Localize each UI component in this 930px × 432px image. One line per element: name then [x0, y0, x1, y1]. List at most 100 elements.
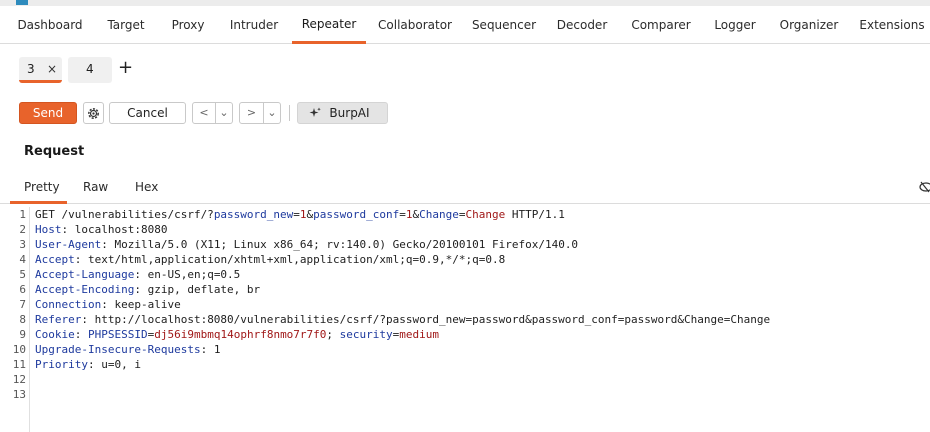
code-token: : Mozilla/5.0 (X11; Linux x86_64; rv:140…	[101, 238, 579, 251]
code-token: Accept	[35, 253, 75, 266]
code-token: : keep-alive	[101, 298, 181, 311]
code-token: : localhost:8080	[61, 223, 168, 236]
subtab-label: 4	[86, 62, 94, 76]
add-tab-button[interactable]: +	[118, 57, 133, 79]
code-token: : en-US,en;q=0.5	[134, 268, 241, 281]
burpai-label: BurpAI	[329, 106, 370, 120]
toolbar-divider	[289, 105, 290, 121]
request-line[interactable]: Accept-Encoding: gzip, deflate, br	[35, 283, 260, 296]
code-token: security	[339, 328, 393, 341]
code-token: Priority	[35, 358, 88, 371]
code-token: Connection	[35, 298, 102, 311]
tab-logger[interactable]: Logger	[708, 6, 762, 44]
line-number: 7	[19, 298, 26, 311]
tab-repeater[interactable]: Repeater	[292, 6, 366, 44]
tab-target[interactable]: Target	[100, 6, 152, 44]
subtab-3[interactable]: 3 ×	[19, 57, 62, 83]
code-token: : http://localhost:8080/vulnerabilities/…	[81, 313, 771, 326]
request-title: Request	[24, 144, 85, 159]
request-line[interactable]: Referer: http://localhost:8080/vulnerabi…	[35, 313, 770, 326]
request-line[interactable]: Connection: keep-alive	[35, 298, 181, 311]
code-token: Change	[465, 208, 506, 221]
request-line[interactable]: Accept: text/html,application/xhtml+xml,…	[35, 253, 505, 266]
code-token: : text/html,application/xhtml+xml,applic…	[74, 253, 506, 266]
subtab-4[interactable]: 4	[68, 57, 112, 83]
code-token: :	[74, 328, 88, 341]
code-token: medium	[399, 328, 440, 341]
tab-comparer[interactable]: Comparer	[626, 6, 696, 44]
next-button[interactable]: >	[239, 102, 264, 124]
send-button[interactable]: Send	[19, 102, 77, 124]
tab-sequencer[interactable]: Sequencer	[468, 6, 540, 44]
tab-raw[interactable]: Raw	[83, 172, 113, 204]
code-token: Host	[35, 223, 62, 236]
code-token: =	[458, 208, 466, 221]
line-number: 12	[12, 373, 26, 386]
code-token: password_new	[213, 208, 294, 221]
settings-button[interactable]	[83, 102, 104, 124]
code-token: Accept-Language	[35, 268, 135, 281]
gear-icon	[88, 108, 99, 119]
request-line[interactable]: Upgrade-Insecure-Requests: 1	[35, 343, 220, 356]
app-logo-icon	[16, 0, 28, 5]
code-token: : 1	[200, 343, 221, 356]
code-token: 1	[405, 208, 413, 221]
line-number: 3	[19, 238, 26, 251]
main-tab-bar: Dashboard Target Proxy Intruder Repeater…	[0, 6, 930, 44]
line-number: 13	[12, 388, 26, 401]
tab-intruder[interactable]: Intruder	[224, 6, 284, 44]
line-number: 1	[19, 208, 26, 221]
line-number: 5	[19, 268, 26, 281]
line-number: 11	[12, 358, 26, 371]
line-number: 8	[19, 313, 26, 326]
line-number: 10	[12, 343, 26, 356]
request-line[interactable]: Priority: u=0, i	[35, 358, 141, 371]
hide-icon[interactable]	[918, 180, 930, 194]
next-history-dropdown[interactable]: ⌄	[264, 102, 281, 124]
request-line[interactable]: GET /vulnerabilities/csrf/?password_new=…	[35, 208, 565, 221]
tab-organizer[interactable]: Organizer	[776, 6, 842, 44]
request-toolbar: Send Cancel < ⌄ > ⌄ BurpAI	[0, 100, 930, 126]
line-number: 9	[19, 328, 26, 341]
code-token: password_conf	[313, 208, 400, 221]
code-token: Upgrade-Insecure-Requests	[35, 343, 201, 356]
line-number: 2	[19, 223, 26, 236]
close-icon[interactable]: ×	[47, 57, 57, 81]
request-line[interactable]: Host: localhost:8080	[35, 223, 167, 236]
request-view-tabs: Pretty Raw Hex	[0, 172, 930, 204]
line-number: 4	[19, 253, 26, 266]
request-line[interactable]: User-Agent: Mozilla/5.0 (X11; Linux x86_…	[35, 238, 578, 251]
sparkle-icon	[309, 107, 321, 117]
code-token: Change	[419, 208, 459, 221]
request-line[interactable]: Cookie: PHPSESSID=dj56i9mbmq14ophrf8nmo7…	[35, 328, 439, 341]
editor-gutter	[29, 207, 30, 432]
tab-proxy[interactable]: Proxy	[165, 6, 211, 44]
code-token: Cookie	[35, 328, 75, 341]
previous-history-dropdown[interactable]: ⌄	[216, 102, 233, 124]
code-token: GET /vulnerabilities/csrf/?	[35, 208, 214, 221]
previous-button[interactable]: <	[192, 102, 216, 124]
tab-decoder[interactable]: Decoder	[552, 6, 612, 44]
cancel-button[interactable]: Cancel	[109, 102, 186, 124]
tab-extensions[interactable]: Extensions	[856, 6, 928, 44]
repeater-subtabs: 3 × 4 +	[0, 52, 930, 84]
line-number: 6	[19, 283, 26, 296]
burpai-button[interactable]: BurpAI	[297, 102, 388, 124]
code-token: HTTP/1.1	[505, 208, 565, 221]
tab-dashboard[interactable]: Dashboard	[14, 6, 86, 44]
code-token: =	[399, 208, 406, 221]
subtab-label: 3	[27, 62, 35, 76]
code-token: =	[293, 208, 300, 221]
code-token: Accept-Encoding	[35, 283, 135, 296]
code-token: User-Agent	[35, 238, 102, 251]
request-editor[interactable]: 1 GET /vulnerabilities/csrf/?password_new…	[0, 207, 930, 432]
tab-collaborator[interactable]: Collaborator	[374, 6, 456, 44]
code-token: : gzip, deflate, br	[134, 283, 261, 296]
tab-pretty[interactable]: Pretty	[10, 172, 67, 204]
code-token: Referer	[35, 313, 82, 326]
code-token: PHPSESSID	[88, 328, 148, 341]
tab-hex[interactable]: Hex	[135, 172, 165, 204]
code-token: : u=0, i	[87, 358, 141, 371]
request-line[interactable]: Accept-Language: en-US,en;q=0.5	[35, 268, 240, 281]
code-token: 1	[299, 208, 307, 221]
